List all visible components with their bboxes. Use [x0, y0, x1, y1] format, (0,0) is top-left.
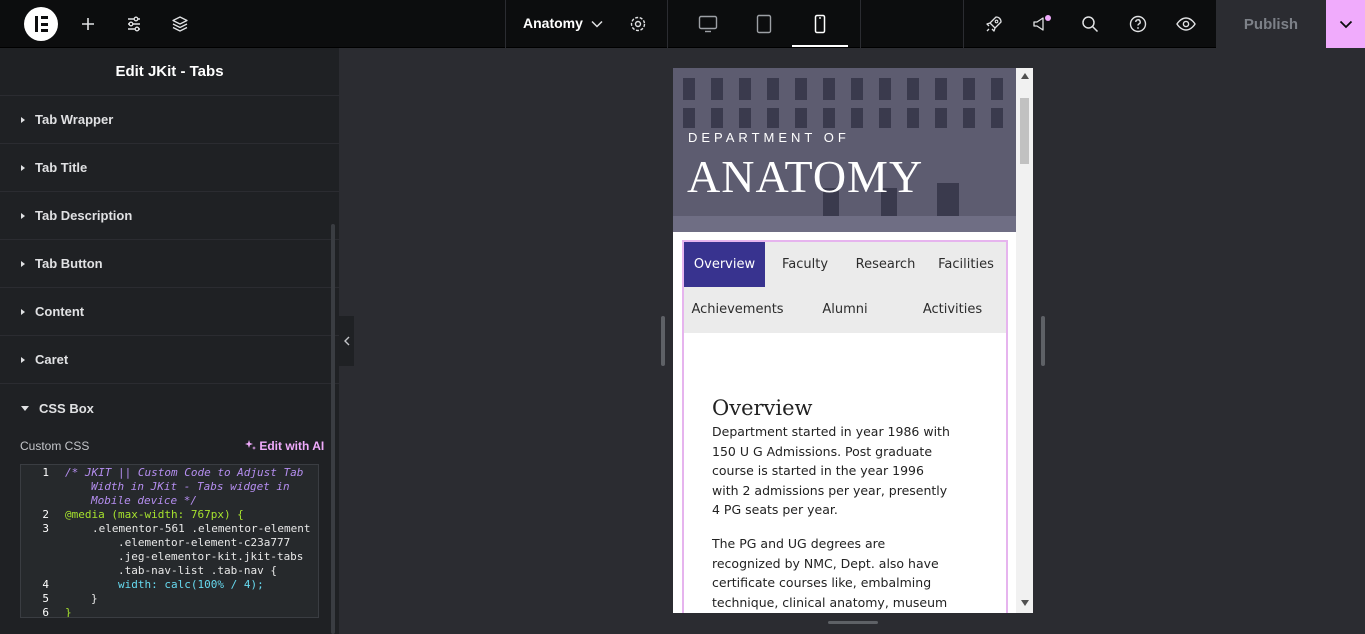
section-label: Caret: [35, 352, 69, 367]
caret-right-icon: [21, 260, 25, 267]
caret-right-icon: [21, 116, 25, 123]
section-label: Tab Title: [35, 160, 88, 175]
add-icon[interactable]: [76, 0, 100, 48]
rocket-icon[interactable]: [982, 0, 1006, 48]
jkit-tabs-widget[interactable]: Overview Faculty Research Facilities Ach…: [682, 240, 1008, 613]
section-label: Tab Wrapper: [35, 112, 114, 127]
divider: [667, 0, 668, 48]
edit-with-ai-button[interactable]: Edit with AI: [244, 439, 324, 453]
section-tab-button[interactable]: Tab Button: [0, 240, 339, 288]
code-line: Mobile device */: [91, 494, 197, 507]
tab-overview[interactable]: Overview: [684, 242, 765, 287]
caret-right-icon: [21, 164, 25, 171]
code-line: width: calc(100% / 4);: [118, 578, 264, 591]
code-line: }: [91, 592, 98, 605]
code-line: @media (max-width: 767px) {: [65, 508, 244, 521]
scroll-up-arrow-icon[interactable]: [1021, 73, 1029, 79]
page-settings-icon[interactable]: [626, 0, 650, 48]
panel-scrollbar[interactable]: [331, 224, 335, 634]
custom-css-label: Custom CSS: [20, 439, 90, 453]
line-number: 1: [42, 466, 49, 479]
section-tab-wrapper[interactable]: Tab Wrapper: [0, 96, 339, 144]
tab-nav-list: Overview Faculty Research Facilities Ach…: [684, 242, 1006, 333]
line-number: 4: [42, 578, 49, 591]
caret-down-icon: [21, 405, 29, 411]
tab-achievements[interactable]: Achievements: [684, 287, 791, 332]
section-tab-description[interactable]: Tab Description: [0, 192, 339, 240]
elementor-logo-icon[interactable]: [24, 7, 58, 41]
code-line: /* JKIT || Custom Code to Adjust Tab: [65, 466, 304, 479]
preview-icon[interactable]: [1174, 0, 1198, 48]
editor-panel: Edit JKit - Tabs Tab Wrapper Tab Title T…: [0, 48, 339, 634]
publish-options-button[interactable]: [1326, 0, 1365, 48]
scroll-down-arrow-icon[interactable]: [1021, 600, 1029, 606]
caret-right-icon: [21, 308, 25, 315]
hero-title: ANATOMY: [687, 151, 924, 202]
document-title[interactable]: Anatomy: [523, 15, 583, 31]
code-line: .tab-nav-list .tab-nav {: [118, 564, 277, 577]
code-line: .elementor-561 .elementor-element: [92, 522, 311, 535]
code-line: Width in JKit - Tabs widget in: [91, 480, 290, 493]
panel-title: Edit JKit - Tabs: [0, 48, 339, 96]
line-number: 6: [42, 606, 49, 618]
tab-content-paragraph: The PG and UG degrees are recognized by …: [712, 536, 948, 610]
preview-scrollbar-thumb[interactable]: [1020, 98, 1029, 164]
section-label: Tab Button: [35, 256, 103, 271]
section-label: Tab Description: [35, 208, 133, 223]
line-number: 2: [42, 508, 49, 521]
whats-new-icon[interactable]: [1030, 0, 1054, 48]
chevron-down-icon: [1339, 20, 1352, 28]
resize-handle-left[interactable]: [661, 316, 665, 366]
structure-icon[interactable]: [168, 0, 192, 48]
collapse-panel-button[interactable]: [339, 316, 354, 366]
line-number: 5: [42, 592, 49, 605]
sparkle-icon: [245, 440, 256, 450]
tab-alumni[interactable]: Alumni: [791, 287, 899, 332]
tablet-icon[interactable]: [752, 0, 776, 48]
divider: [860, 0, 861, 48]
edit-with-ai-label: Edit with AI: [259, 439, 325, 453]
tab-facilities[interactable]: Facilities: [926, 242, 1006, 287]
chevron-down-icon[interactable]: [588, 0, 606, 48]
line-number: 3: [42, 522, 49, 535]
top-bar: Anatomy Publish: [0, 0, 1365, 48]
resize-handle-right[interactable]: [1041, 316, 1045, 366]
mobile-icon[interactable]: [808, 0, 832, 48]
section-tab-title[interactable]: Tab Title: [0, 144, 339, 192]
tab-content-paragraph: Department started in year 1986 with 150…: [712, 424, 950, 517]
section-content[interactable]: Content: [0, 288, 339, 336]
section-label: Content: [35, 304, 85, 319]
mobile-preview-frame: DEPARTMENT OF ANATOMY Overview Faculty R…: [673, 68, 1033, 613]
desktop-icon[interactable]: [696, 0, 720, 48]
hero-subtitle: DEPARTMENT OF: [688, 130, 850, 145]
section-caret[interactable]: Caret: [0, 336, 339, 384]
publish-button[interactable]: Publish: [1216, 0, 1326, 48]
code-line: .jeg-elementor-kit.jkit-tabs: [118, 550, 304, 563]
site-settings-icon[interactable]: [122, 0, 146, 48]
tab-content-heading: Overview: [712, 396, 813, 420]
divider: [505, 0, 506, 48]
tab-faculty[interactable]: Faculty: [765, 242, 845, 287]
help-icon[interactable]: [1126, 0, 1150, 48]
code-line: }: [65, 606, 72, 618]
hero-banner: DEPARTMENT OF ANATOMY: [673, 68, 1016, 232]
section-css-box[interactable]: CSS Box: [0, 384, 339, 432]
active-device-indicator: [792, 45, 848, 47]
custom-css-editor[interactable]: 1 2 3 4 5 6 /* JKIT || Custom Code to Ad…: [20, 464, 319, 618]
search-icon[interactable]: [1078, 0, 1102, 48]
section-label: CSS Box: [39, 400, 94, 416]
caret-right-icon: [21, 356, 25, 363]
tab-activities[interactable]: Activities: [899, 287, 1006, 332]
chevron-left-icon: [343, 336, 349, 346]
code-line: .elementor-element-c23a777: [118, 536, 291, 549]
tab-research[interactable]: Research: [845, 242, 926, 287]
divider: [963, 0, 964, 48]
caret-right-icon: [21, 212, 25, 219]
resize-handle-bottom[interactable]: [828, 621, 878, 624]
